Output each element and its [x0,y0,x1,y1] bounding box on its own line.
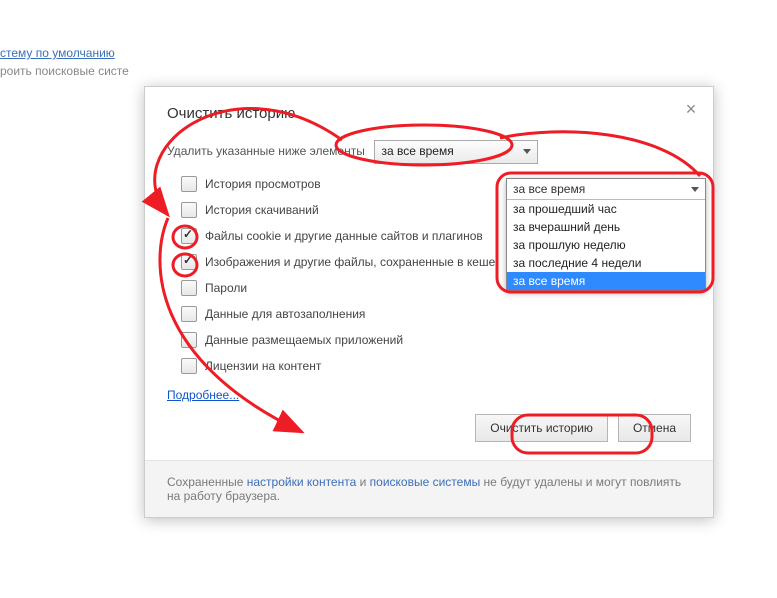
background-link-default[interactable]: стему по умолчанию [0,46,129,60]
dropdown-item[interactable]: за прошедший час [507,200,705,218]
option-checkbox[interactable] [181,176,197,192]
option-checkbox[interactable] [181,332,197,348]
dropdown-item[interactable]: за вчерашний день [507,218,705,236]
option-row: Лицензии на контент [181,358,691,374]
chevron-down-icon [691,187,699,192]
option-checkbox[interactable] [181,202,197,218]
chevron-down-icon [523,149,531,154]
search-engines-link[interactable]: поисковые системы [370,475,481,489]
option-label: История скачиваний [205,203,319,217]
option-row: Данные размещаемых приложений [181,332,691,348]
clear-history-dialog: Очистить историю × Удалить указанные ниж… [144,86,714,518]
option-row: Данные для автозаполнения [181,306,691,322]
footer-text: и [356,475,369,489]
cancel-button[interactable]: Отмена [618,414,691,442]
option-checkbox[interactable] [181,358,197,374]
dialog-footer: Сохраненные настройки контента и поисков… [145,460,713,517]
option-label: Данные размещаемых приложений [205,333,403,347]
option-checkbox[interactable] [181,228,197,244]
clear-history-button[interactable]: Очистить историю [475,414,608,442]
time-range-value: за все время [381,144,453,158]
option-label: Лицензии на контент [205,359,321,373]
dropdown-item[interactable]: за последние 4 недели [507,254,705,272]
dialog-title: Очистить историю [167,105,295,122]
option-label: Пароли [205,281,247,295]
more-link[interactable]: Подробнее... [167,388,239,402]
content-settings-link[interactable]: настройки контента [247,475,357,489]
option-label: История просмотров [205,177,321,191]
time-range-dropdown-expanded: за все время за прошедший часза вчерашни… [506,178,706,291]
option-label: Файлы cookie и другие данные сайтов и пл… [205,229,483,243]
dropdown-item[interactable]: за все время [507,272,705,290]
footer-text: Сохраненные [167,475,247,489]
dropdown-item[interactable]: за прошлую неделю [507,236,705,254]
close-icon[interactable]: × [683,101,699,117]
time-range-select[interactable]: за все время [374,140,538,164]
prompt-label: Удалить указанные ниже элементы [167,144,365,158]
background-link-search: роить поисковые систе [0,64,129,78]
option-checkbox[interactable] [181,306,197,322]
dropdown-head-value: за все время [513,182,585,196]
option-label: Изображения и другие файлы, сохраненные … [205,255,495,269]
option-checkbox[interactable] [181,280,197,296]
option-checkbox[interactable] [181,254,197,270]
option-label: Данные для автозаполнения [205,307,365,321]
